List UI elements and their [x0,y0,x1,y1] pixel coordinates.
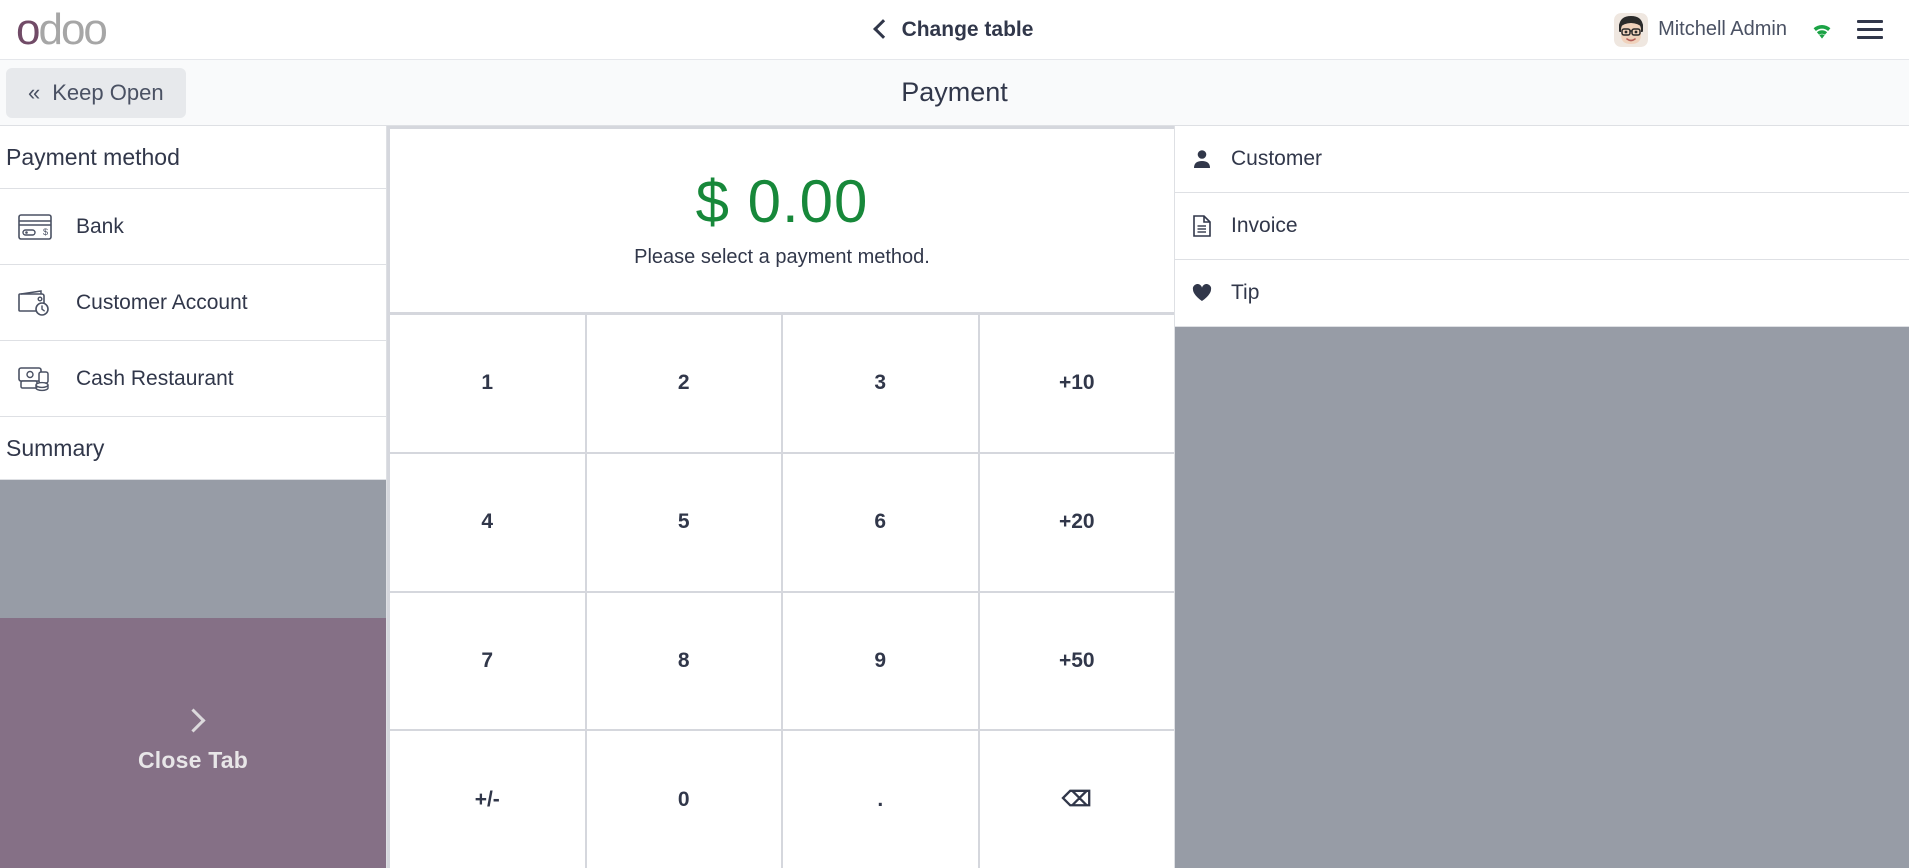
change-table-button[interactable]: Change table [872,17,1034,42]
order-summary-body [1175,327,1909,868]
numpad-key-3[interactable]: 3 [783,315,978,452]
burger-line [1857,20,1883,23]
double-chevron-left-icon: « [28,79,41,105]
keep-open-button[interactable]: « Keep Open [6,67,186,118]
pos-payment-screen: o doo Change table Mitchell Admin « Keep… [0,0,1909,868]
odoo-logo[interactable]: o doo [16,4,108,54]
close-tab-label: Close Tab [137,747,248,773]
numpad-key-decimal[interactable]: . [783,731,978,868]
navbar-right: Mitchell Admin [1614,12,1909,47]
payment-method-customer-account[interactable]: Customer Account [0,265,386,341]
numpad-key-0[interactable]: 0 [586,731,781,868]
payment-method-label: Customer Account [76,290,248,314]
action-invoice[interactable]: Invoice [1175,193,1909,260]
numpad-key-plus-50[interactable]: +50 [979,592,1174,730]
top-navbar: o doo Change table Mitchell Admin [0,0,1909,60]
numpad-key-6[interactable]: 6 [783,453,978,591]
numpad: 1 2 3 +10 4 5 6 +20 7 8 9 +50 +/- 0 . ⌫ [390,315,1174,868]
document-icon [1191,215,1213,237]
action-tip[interactable]: Tip [1175,260,1909,327]
action-customer[interactable]: Customer [1175,126,1909,193]
numpad-key-plus-20[interactable]: +20 [979,453,1174,591]
wallet-clock-icon [16,286,54,320]
payment-method-header: Payment method [0,126,386,189]
payment-center-panel: $ 0.00 Please select a payment method. 1… [387,126,1174,868]
page-title: Payment [901,77,1008,107]
action-label: Invoice [1231,214,1298,237]
chevron-left-icon [872,18,893,39]
burger-line [1857,36,1883,39]
numpad-key-8[interactable]: 8 [586,592,781,730]
cash-money-icon [16,362,54,396]
change-table-label: Change table [901,17,1034,41]
keep-open-label: Keep Open [52,79,164,105]
payment-method-label: Bank [76,214,124,238]
payment-method-label: Cash Restaurant [76,366,234,390]
odoo-logo-first-letter: o [16,4,41,54]
order-actions-panel: Customer Invoice Tip [1174,126,1909,868]
credit-card-icon: $ [16,210,54,244]
numpad-key-backspace[interactable]: ⌫ [979,731,1174,868]
numpad-key-9[interactable]: 9 [783,592,978,730]
user-name-label: Mitchell Admin [1658,18,1787,40]
sub-header: « Keep Open Payment [0,60,1909,126]
wifi-icon[interactable] [1809,19,1835,41]
navbar-left: o doo [0,4,420,54]
summary-body [0,480,386,618]
action-label: Customer [1231,147,1323,170]
burger-line [1857,28,1883,31]
svg-text:$: $ [43,227,48,237]
numpad-key-sign[interactable]: +/- [390,731,585,868]
amount-value: $ 0.00 [695,168,869,235]
hamburger-menu-icon[interactable] [1857,20,1883,39]
payment-methods-panel: Payment method $ Bank Customer Account C… [0,126,387,868]
payment-body: Payment method $ Bank Customer Account C… [0,126,1909,868]
numpad-key-2[interactable]: 2 [586,315,781,452]
heart-icon [1191,284,1213,302]
numpad-key-1[interactable]: 1 [390,315,585,452]
numpad-key-7[interactable]: 7 [390,592,585,730]
numpad-key-4[interactable]: 4 [390,453,585,591]
close-tab-button[interactable]: Close Tab [0,618,386,868]
action-label: Tip [1231,281,1260,304]
numpad-key-5[interactable]: 5 [586,453,781,591]
user-menu-button[interactable]: Mitchell Admin [1614,12,1787,47]
numpad-key-plus-10[interactable]: +10 [979,315,1174,452]
payment-method-bank[interactable]: $ Bank [0,189,386,265]
chevron-right-icon [180,708,206,733]
user-avatar [1614,12,1649,47]
odoo-logo-rest: doo [38,4,107,54]
person-icon [1191,149,1213,169]
summary-header: Summary [0,417,386,480]
amount-display-panel: $ 0.00 Please select a payment method. [390,129,1174,312]
payment-method-cash-restaurant[interactable]: Cash Restaurant [0,341,386,417]
amount-hint-text: Please select a payment method. [634,246,930,268]
